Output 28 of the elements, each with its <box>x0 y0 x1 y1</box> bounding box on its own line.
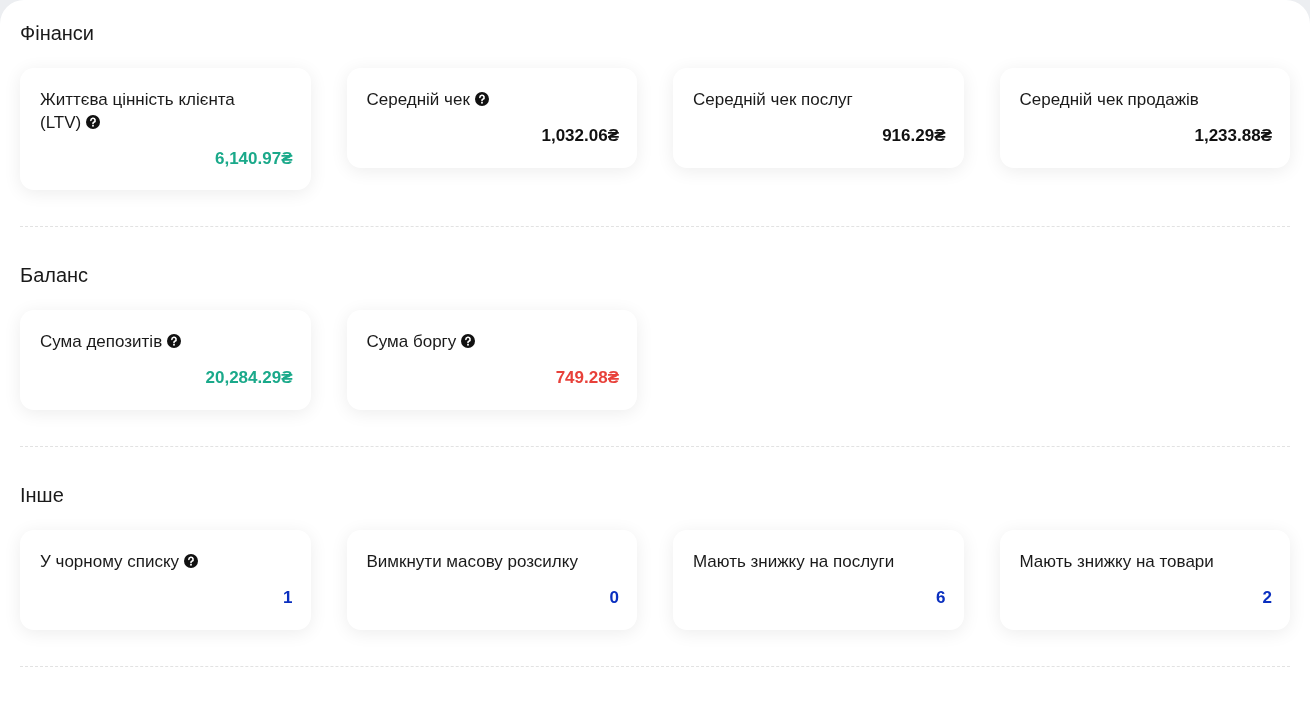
stat-label: Життєва цінність клієнта (LTV) <box>40 89 236 134</box>
stat-value: 916.29₴ <box>881 125 946 147</box>
stat-value: 6,140.97₴ <box>214 148 293 170</box>
stat-label: Мають знижку на послуги <box>693 551 896 573</box>
section-title: Інше <box>20 483 65 508</box>
stat-label: У чорному списку <box>40 550 268 573</box>
section-title: Баланс <box>20 263 90 288</box>
stat-label: Сума депозитів <box>40 330 268 353</box>
stat-value: 2 <box>1261 587 1272 609</box>
section-title: Фінанси <box>20 21 96 46</box>
stat-label: Мають знижку на товари <box>1019 551 1215 573</box>
stat-label: Середній чек послуг <box>693 89 854 111</box>
help-icon[interactable] <box>184 554 199 568</box>
help-icon[interactable] <box>474 92 489 106</box>
stat-value: 1,233.88₴ <box>1193 125 1272 147</box>
help-icon[interactable] <box>86 115 101 129</box>
stat-label: Сума боргу <box>366 330 595 353</box>
stat-value: 1 <box>282 587 293 609</box>
stat-label: Вимкнути масову розсилку <box>366 551 579 573</box>
stat-value: 0 <box>608 587 619 609</box>
stat-value: 6 <box>935 587 946 609</box>
stat-label: Середній чек <box>366 88 595 111</box>
help-icon[interactable] <box>461 334 476 348</box>
stat-value: 20,284.29₴ <box>204 367 293 389</box>
stat-value: 1,032.06₴ <box>540 125 619 147</box>
stat-label: Середній чек продажів <box>1019 89 1200 111</box>
help-icon[interactable] <box>167 334 182 348</box>
stat-value: 749.28₴ <box>554 367 619 389</box>
